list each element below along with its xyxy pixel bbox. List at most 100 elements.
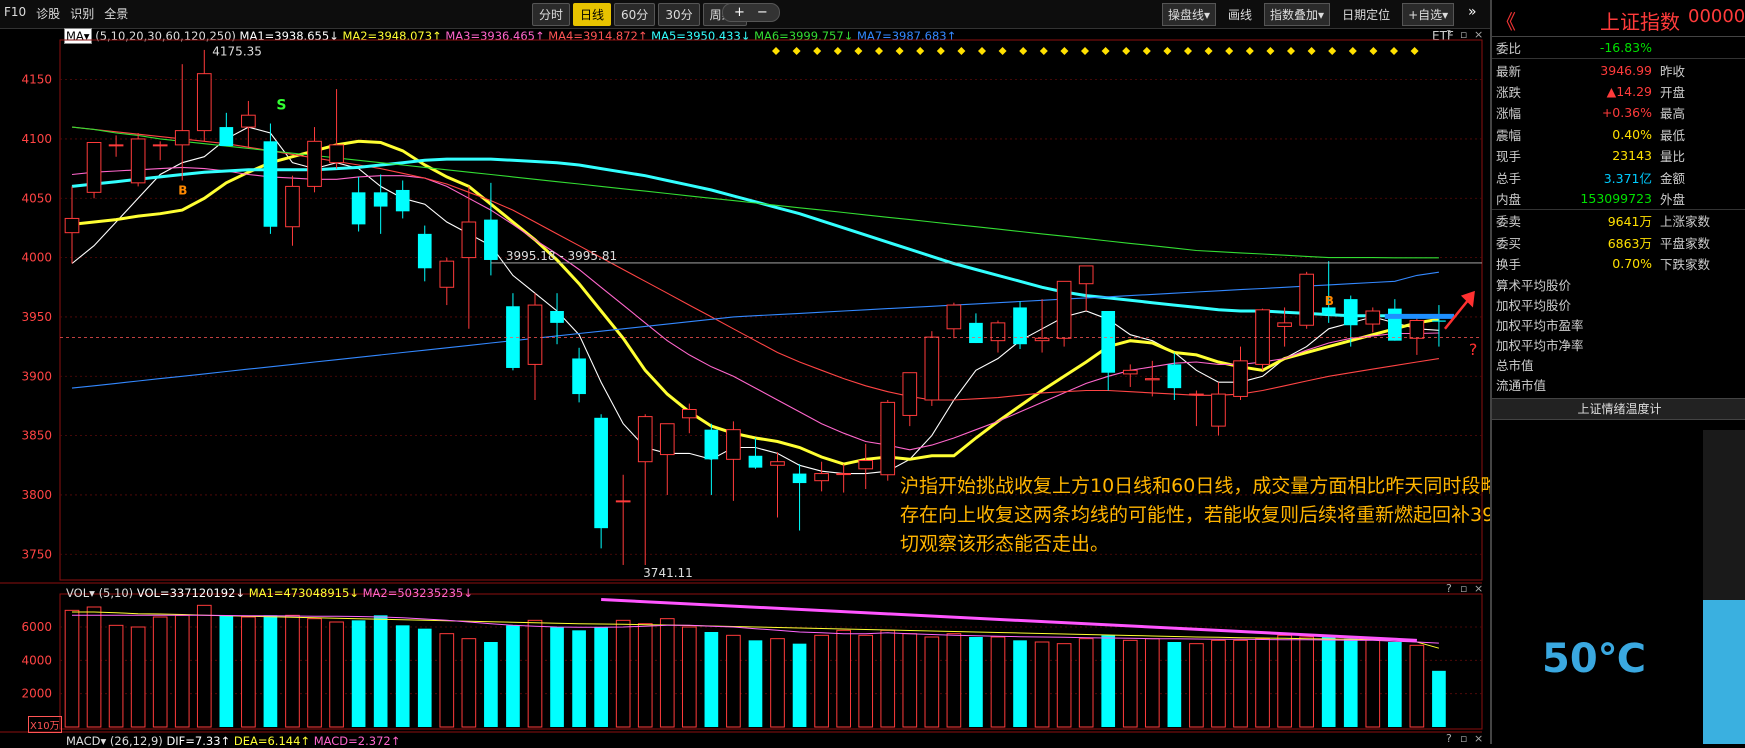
candle-body xyxy=(329,144,344,164)
market-stat-item: 总市值 xyxy=(1496,358,1534,374)
market-stat-item: 流通市值 xyxy=(1496,378,1547,394)
volume-bar xyxy=(307,618,322,728)
quote-row: 总手 3.371亿 金额 xyxy=(1492,166,1745,187)
volume-bar xyxy=(637,623,653,728)
signal-diamond xyxy=(1225,47,1234,55)
vol-indicator-dropdown[interactable]: VOL▾ xyxy=(66,586,95,600)
macd-indicator-dropdown[interactable]: MACD▾ xyxy=(66,734,106,748)
candle-body xyxy=(1101,311,1116,373)
candle-body xyxy=(64,217,80,234)
signal-diamond xyxy=(1369,47,1378,55)
volume-bar xyxy=(1321,637,1336,727)
volume-bar xyxy=(1277,634,1292,728)
candle-body xyxy=(1167,364,1182,389)
kline-chart[interactable]: 4150 4100 4050 4000 3950 3900 3850 3800 3750 600… xyxy=(0,0,1490,744)
signal-diamond xyxy=(1081,47,1089,55)
volume-bar xyxy=(814,634,829,728)
buy-signal-label: B xyxy=(178,184,187,198)
volume-trend-line xyxy=(601,598,1417,642)
volume-bar xyxy=(1432,670,1446,727)
quote-row: 涨幅 +0.36% 最高 xyxy=(1492,102,1745,123)
volume-bar xyxy=(351,620,366,727)
candle-body xyxy=(152,144,168,147)
signal-diamond xyxy=(1245,47,1254,55)
candle-body xyxy=(196,73,212,132)
volume-bar xyxy=(1101,635,1116,727)
quote-table: 委比 -16.83% 最新 3946.99 昨收 涨跌 ▲14.29 开盘 涨幅 +0.36% 最… xyxy=(1492,37,1745,274)
panel-control-icon: ▫ xyxy=(1460,582,1467,595)
signal-diamond xyxy=(1101,47,1110,55)
candle-body xyxy=(307,140,322,187)
volume-bar xyxy=(1013,640,1027,727)
y-tick-label: 3750 xyxy=(21,547,52,561)
buy-signal-label: B xyxy=(1325,294,1334,308)
candle-body xyxy=(373,192,388,207)
quote-value: +0.36% xyxy=(1601,105,1652,121)
candle-body xyxy=(659,423,675,456)
quote-row: 委比 -16.83% xyxy=(1492,37,1745,59)
candle-body xyxy=(748,455,763,468)
signal-diamond xyxy=(1060,47,1069,55)
quote-label: 委比 xyxy=(1496,41,1522,57)
quote-value: 0.70% xyxy=(1612,256,1652,272)
signal-diamond xyxy=(1390,47,1398,55)
back-icon[interactable]: 《 xyxy=(1496,6,1516,35)
volume-bar xyxy=(527,619,543,728)
macd-dea-value: DEA=6.144↑ xyxy=(233,734,311,748)
candle-body xyxy=(836,473,851,476)
quote-row: 委买 6863万 平盘家数 xyxy=(1492,232,1745,253)
volume-bar xyxy=(572,630,586,727)
volume-bar xyxy=(946,633,962,728)
panel-control-icon: × xyxy=(1474,732,1483,744)
macd-dif-value: DIF=7.33↑ xyxy=(166,734,231,748)
candle-body xyxy=(1432,320,1446,322)
signal-diamond xyxy=(1287,47,1295,55)
signal-diamond xyxy=(1348,47,1357,55)
volume-bar xyxy=(285,614,300,728)
vol-ma2-value: MA2=503235235↓ xyxy=(362,586,473,600)
quote-label-secondary: 昨收 xyxy=(1656,58,1745,81)
candle-body xyxy=(86,141,102,193)
quote-value: 23143 xyxy=(1612,148,1652,164)
candle-body xyxy=(615,500,631,503)
quote-panel: 《 上证指数 000001 委比 -16.83% 最新3946.99昨收涨跌 ▲14… xyxy=(1490,0,1745,744)
panel-control-icon: × xyxy=(1474,582,1483,595)
high-price-label: 4175.35 xyxy=(212,45,262,59)
volume-bar xyxy=(836,629,851,728)
vol-params: (5,10) xyxy=(98,586,134,600)
candle-body xyxy=(1122,369,1138,375)
volume-bar xyxy=(858,634,874,728)
thermometer-fill xyxy=(1703,600,1745,744)
y-tick-label: 4150 xyxy=(21,73,52,87)
volume-bar xyxy=(659,618,675,728)
volume-bar xyxy=(594,627,608,727)
quote-label-secondary: 平盘家数 xyxy=(1660,235,1711,251)
low-price-label: 3741.11 xyxy=(643,566,693,580)
quote-label-secondary: 金额 xyxy=(1660,170,1686,186)
volume-bar xyxy=(969,637,983,727)
y-tick-label: 4000 xyxy=(21,251,52,265)
candle-body xyxy=(1321,307,1336,315)
candle-body xyxy=(990,322,1006,342)
signal-diamond xyxy=(833,47,842,55)
y-tick-label: 3900 xyxy=(21,369,52,383)
signal-diamond xyxy=(1039,47,1048,55)
candle-body xyxy=(1233,360,1248,397)
vol-value: VOL=337120192↓ xyxy=(136,586,246,600)
candle-body xyxy=(1299,273,1314,326)
market-stat-item: 加权平均股价 xyxy=(1496,298,1572,314)
analysis-annotation: 沪指开始挑战收复上方10日线和60日线，成交量方面相比昨天同时段略有放大，所以下… xyxy=(900,472,1651,559)
volume-bar xyxy=(1343,638,1358,727)
volume-bar xyxy=(484,642,498,727)
volume-bar xyxy=(196,604,212,728)
quote-label: 委买 xyxy=(1496,235,1522,251)
volume-bar xyxy=(461,638,477,728)
volume-bar xyxy=(86,606,102,728)
volume-bar xyxy=(130,626,146,728)
signal-diamond xyxy=(916,47,925,55)
candle-body xyxy=(1409,319,1425,339)
market-stat-item: 算术平均股价 xyxy=(1496,278,1572,294)
volume-bar xyxy=(395,625,410,727)
volume-bar xyxy=(1122,639,1138,728)
quote-label: 震幅 xyxy=(1496,127,1522,143)
